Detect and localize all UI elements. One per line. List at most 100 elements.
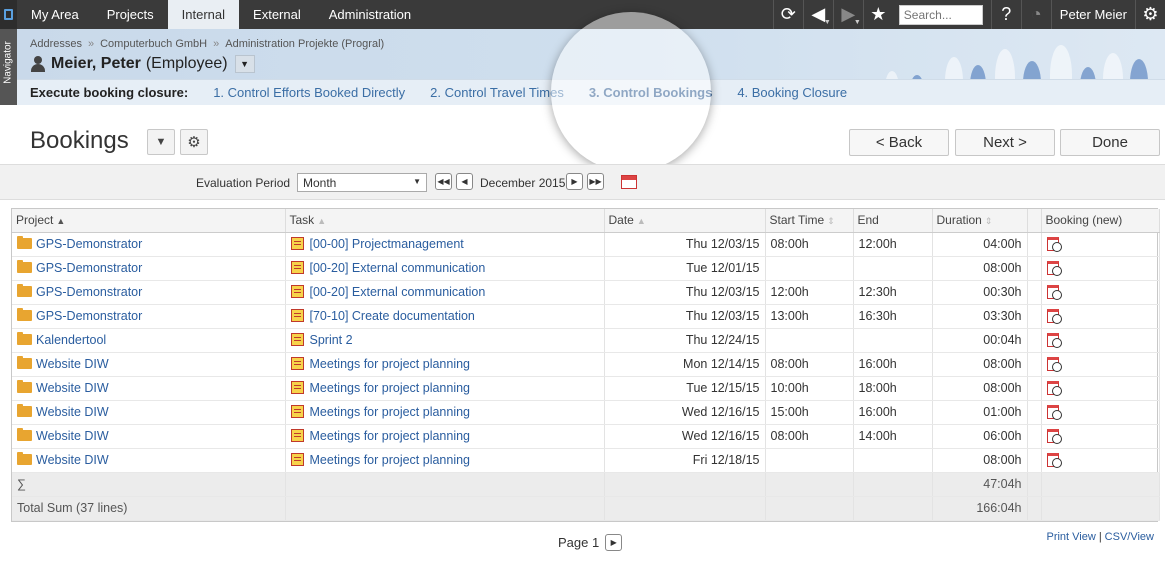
project-cell[interactable]: GPS-Demonstrator [12,256,286,281]
stopwatch-icon[interactable]: ◔ [1020,0,1051,29]
project-link[interactable]: GPS-Demonstrator [36,261,142,275]
project-cell[interactable]: Website DIW [12,448,286,473]
first-period-icon[interactable]: ◀◀ [435,173,452,190]
table-row[interactable]: Website DIW Meetings for project planning… [12,424,1160,449]
column-header-task[interactable]: Task ▲ [285,209,605,233]
tab-my-area[interactable]: My Area [17,0,93,29]
project-link[interactable]: GPS-Demonstrator [36,285,142,299]
column-header-project[interactable]: Project ▲ [12,209,286,233]
create-booking-icon[interactable] [1046,453,1062,468]
previous-period-icon[interactable]: ◀ [456,173,473,190]
column-header-duration[interactable]: Duration ⇕ [932,209,1028,233]
favorites-star-icon[interactable]: ★ [862,0,893,29]
print-view-link[interactable]: Print View [1046,531,1095,543]
booking-cell[interactable] [1041,376,1160,401]
refresh-icon[interactable]: ⟳ [772,0,803,29]
create-booking-icon[interactable] [1046,261,1062,276]
project-link[interactable]: Website DIW [36,429,109,443]
create-booking-icon[interactable] [1046,357,1062,372]
project-link[interactable]: Website DIW [36,381,109,395]
create-booking-icon[interactable] [1046,405,1062,420]
step-booking-closure[interactable]: 4. Booking Closure [737,85,847,100]
tab-projects[interactable]: Projects [93,0,168,29]
project-cell[interactable]: Website DIW [12,424,286,449]
table-row[interactable]: Kalendertool Sprint 2 Thu 12/24/15 00:04h [12,328,1160,353]
task-cell[interactable]: [00-20] External communication [285,256,605,281]
last-period-icon[interactable]: ▶▶ [587,173,604,190]
breadcrumb-addresses[interactable]: Addresses [30,38,82,50]
step-control-travel-times[interactable]: 2. Control Travel Times [430,85,564,100]
task-link[interactable]: [00-20] External communication [310,285,486,299]
tab-external[interactable]: External [239,0,315,29]
project-cell[interactable]: GPS-Demonstrator [12,304,286,329]
project-link[interactable]: Website DIW [36,405,109,419]
create-booking-icon[interactable] [1046,309,1062,324]
booking-cell[interactable] [1041,400,1160,425]
back-arrow-icon[interactable]: ◀ ▼ [802,0,833,29]
task-link[interactable]: Meetings for project planning [310,429,471,443]
table-row[interactable]: Website DIW Meetings for project planning… [12,448,1160,473]
tab-administration[interactable]: Administration [315,0,425,29]
app-logo-icon[interactable] [0,0,17,29]
create-booking-icon[interactable] [1046,333,1062,348]
create-booking-icon[interactable] [1046,285,1062,300]
column-header-start-time[interactable]: Start Time ⇕ [765,209,854,233]
table-row[interactable]: GPS-Demonstrator [00-00] Projectmanagemen… [12,232,1160,257]
project-link[interactable]: GPS-Demonstrator [36,237,142,251]
person-menu-dropdown-icon[interactable]: ▼ [234,55,255,73]
create-booking-icon[interactable] [1046,381,1062,396]
csv-view-link[interactable]: CSV/View [1105,531,1154,543]
table-row[interactable]: GPS-Demonstrator [00-20] External communi… [12,256,1160,281]
search-input[interactable] [898,4,983,25]
task-link[interactable]: [70-10] Create documentation [310,309,475,323]
task-link[interactable]: [00-00] Projectmanagement [310,237,464,251]
next-page-icon[interactable]: ▶ [605,534,623,551]
task-cell[interactable]: Meetings for project planning [285,424,605,449]
project-link[interactable]: Website DIW [36,357,109,371]
project-cell[interactable]: Kalendertool [12,328,286,353]
project-cell[interactable]: Website DIW [12,376,286,401]
column-header-date[interactable]: Date ▲ [604,209,766,233]
task-link[interactable]: Meetings for project planning [310,405,471,419]
next-button[interactable]: Next > [955,129,1055,156]
task-cell[interactable]: [70-10] Create documentation [285,304,605,329]
step-control-bookings[interactable]: 3. Control Bookings [589,85,713,100]
calendar-icon[interactable] [621,175,637,189]
task-cell[interactable]: Meetings for project planning [285,376,605,401]
create-booking-icon[interactable] [1046,429,1062,444]
tab-internal[interactable]: Internal [167,0,240,29]
table-row[interactable]: Website DIW Meetings for project planning… [12,352,1160,377]
booking-cell[interactable] [1041,328,1160,353]
settings-gear-icon[interactable]: ⚙ [180,129,208,155]
booking-cell[interactable] [1041,424,1160,449]
task-cell[interactable]: [00-00] Projectmanagement [285,232,605,257]
table-row[interactable]: GPS-Demonstrator [00-20] External communi… [12,280,1160,305]
project-cell[interactable]: GPS-Demonstrator [12,280,286,305]
task-link[interactable]: Meetings for project planning [310,381,471,395]
task-cell[interactable]: Meetings for project planning [285,400,605,425]
project-cell[interactable]: Website DIW [12,352,286,377]
booking-cell[interactable] [1041,352,1160,377]
help-icon[interactable]: ? [990,0,1021,29]
booking-cell[interactable] [1041,256,1160,281]
task-link[interactable]: [00-20] External communication [310,261,486,275]
gear-icon[interactable]: ⚙ [1135,0,1165,29]
create-booking-icon[interactable] [1046,237,1062,252]
project-link[interactable]: Kalendertool [36,333,106,347]
task-cell[interactable]: Meetings for project planning [285,448,605,473]
navigator-toggle[interactable]: Navigator [0,29,17,105]
step-control-efforts[interactable]: 1. Control Efforts Booked Directly [213,85,405,100]
booking-cell[interactable] [1041,280,1160,305]
done-button[interactable]: Done [1060,129,1160,156]
project-cell[interactable]: GPS-Demonstrator [12,232,286,257]
task-link[interactable]: Meetings for project planning [310,357,471,371]
booking-cell[interactable] [1041,232,1160,257]
view-menu-dropdown-icon[interactable]: ▼ [147,129,175,155]
table-row[interactable]: Website DIW Meetings for project planning… [12,400,1160,425]
back-button[interactable]: < Back [849,129,949,156]
task-cell[interactable]: Meetings for project planning [285,352,605,377]
evaluation-period-select[interactable]: Month ▼ [297,173,427,192]
breadcrumb-company[interactable]: Computerbuch GmbH [100,38,207,50]
breadcrumb-project[interactable]: Administration Projekte (Progral) [225,38,384,50]
project-link[interactable]: GPS-Demonstrator [36,309,142,323]
